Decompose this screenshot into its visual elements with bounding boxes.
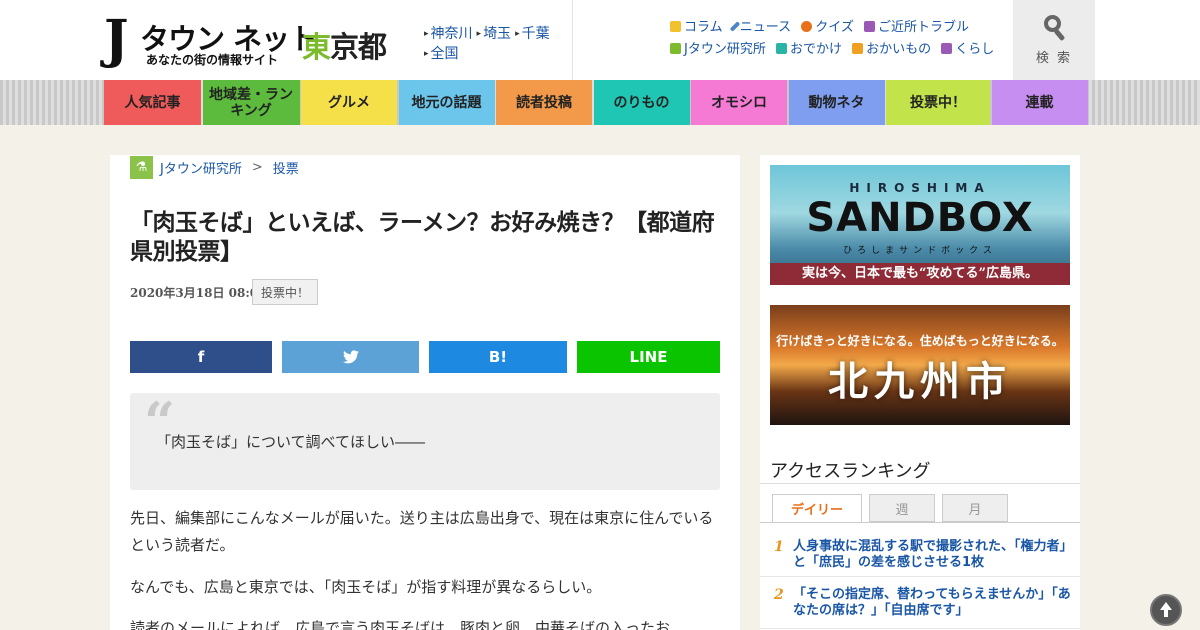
note-icon — [670, 21, 681, 32]
search-icon — [1042, 14, 1066, 42]
article-title: 「肉玉そば」といえば、ラーメン？お好み焼き？【都道府県別投票】 — [130, 210, 715, 265]
hiroshima-sandbox-banner[interactable]: HIROSHIMA SANDBOX ひろしまサンドボックス 実は今、日本で最も“… — [770, 165, 1070, 285]
nav-item-gourmet[interactable]: グルメ — [301, 80, 397, 125]
category-link-outing[interactable]: おでかけ — [775, 39, 842, 61]
banner-subtitle: 行けばきっと好きになる。住めばもっと好きになる。 — [776, 334, 1064, 348]
ranking-link[interactable]: 「そこの指定席、替わってもらえませんか」「あなたの席は？」「自由席です」 — [793, 587, 1073, 619]
ranking-item[interactable]: 1 人身事故に混乱する駅で撮影された、「権力者」と「庶民」の差を感じさせる1枚 — [760, 531, 1080, 577]
quiz-icon — [801, 21, 813, 32]
ranking-number: 1 — [774, 539, 784, 555]
nav-item-popular[interactable]: 人気記事 — [104, 80, 201, 125]
flask-icon: ⚗ — [130, 155, 153, 179]
quote-block: “ 「肉玉そば」について調べてほしい―― — [130, 393, 720, 490]
banner-title: 北九州市 — [828, 358, 1012, 405]
site-logo[interactable]: J タウン ネット あなたの街の情報サイト — [104, 9, 318, 70]
search-label: 検 索 — [1035, 51, 1073, 66]
breadcrumb-separator: > — [251, 159, 263, 175]
prefecture-name[interactable]: 東京都 — [302, 24, 387, 66]
ranking-number: 2 — [774, 587, 784, 603]
breadcrumb-vote[interactable]: 投票 — [273, 158, 299, 177]
logo-tagline: あなたの街の情報サイト — [146, 53, 279, 67]
share-line-button[interactable]: LINE — [577, 341, 720, 373]
sidebar: HIROSHIMA SANDBOX ひろしまサンドボックス 実は今、日本で最も“… — [760, 155, 1080, 630]
tab-daily[interactable]: デイリー — [772, 494, 862, 523]
category-link-quiz[interactable]: クイズ — [801, 17, 854, 39]
ranking-title: アクセスランキング — [770, 461, 931, 482]
article-paragraph: 先日、編集部にこんなメールが届いた。送り主は広島出身で、現在は東京に住んでいると… — [130, 509, 714, 554]
nav-item-funny[interactable]: オモシロ — [691, 80, 787, 125]
breadcrumb: ⚗ Jタウン研究所 > 投票 — [130, 155, 299, 179]
category-link-trouble[interactable]: ご近所トラブル — [864, 17, 969, 39]
search-button[interactable]: 検 索 — [1013, 0, 1095, 80]
quote-text: 「肉玉そば」について調べてほしい―― — [156, 433, 425, 451]
car-icon — [775, 43, 787, 54]
nav-item-ranking[interactable]: 地域差・ランキング — [202, 80, 300, 125]
ranking-link[interactable]: 人身事故に混乱する駅で撮影された、「権力者」と「庶民」の差を感じさせる1枚 — [793, 539, 1073, 571]
tab-monthly[interactable]: 月 — [942, 494, 1008, 522]
hatena-icon: B! — [488, 348, 508, 366]
region-link[interactable]: 全国 — [424, 44, 459, 64]
logo-j: J — [104, 9, 129, 70]
region-links: 神奈川埼玉千葉全国 — [424, 24, 564, 64]
divider — [760, 522, 1080, 523]
article-date: 2020年3月18日 08:00 — [130, 286, 267, 300]
line-icon: LINE — [629, 348, 668, 366]
scroll-to-top-icon[interactable] — [1150, 594, 1182, 626]
header-divider — [572, 0, 573, 80]
region-link[interactable]: 埼玉 — [477, 24, 511, 44]
banner-caption: 実は今、日本で最も“攻めてる”広島県。 — [770, 263, 1070, 285]
banner-title: SANDBOX — [806, 195, 1034, 241]
share-hatena-button[interactable]: B! — [429, 341, 567, 373]
category-link-column[interactable]: コラム — [670, 17, 723, 39]
article-paragraph: なんでも、広島と東京では、「肉玉そば」が指す料理が異なるらしい。 — [130, 578, 602, 596]
category-link-life[interactable]: くらし — [941, 39, 994, 61]
bag-icon — [852, 43, 864, 54]
banner-kana: ひろしまサンドボックス — [843, 246, 997, 256]
facebook-icon: f — [197, 348, 205, 366]
share-twitter-button[interactable] — [282, 341, 419, 373]
article: ⚗ Jタウン研究所 > 投票 「肉玉そば」といえば、ラーメン？お好み焼き？【都道… — [110, 155, 740, 630]
category-links: コラム ニュース クイズ ご近所トラブル Jタウン研究所 おでかけ おかいもの … — [670, 17, 1010, 61]
voting-badge[interactable]: 投票中！ — [252, 279, 318, 305]
nav-item-vehicles[interactable]: のりもの — [593, 80, 690, 125]
category-link-lab[interactable]: Jタウン研究所 — [670, 39, 766, 61]
divider — [760, 483, 1080, 484]
flask-icon — [670, 43, 681, 54]
nav-item-reader[interactable]: 読者投稿 — [496, 80, 592, 125]
category-link-news[interactable]: ニュース — [729, 17, 791, 39]
share-facebook-button[interactable]: f — [130, 341, 272, 373]
house-icon — [941, 43, 953, 54]
nav-item-voting[interactable]: 投票中！ — [886, 80, 990, 125]
nav-item-animals[interactable]: 動物ネタ — [788, 80, 885, 125]
breadcrumb-lab[interactable]: Jタウン研究所 — [160, 158, 242, 177]
ranking-item[interactable]: 2 「そこの指定席、替わってもらえませんか」「あなたの席は？」「自由席です」 — [760, 579, 1080, 629]
kitakyushu-banner[interactable]: 行けばきっと好きになる。住めばもっと好きになる。 北九州市 — [770, 305, 1070, 425]
article-paragraph: 読者のメールによれば、広島で言う肉玉そばは、豚肉と卵、中華そばの入ったお — [130, 619, 671, 630]
twitter-icon — [342, 350, 359, 364]
tab-weekly[interactable]: 週 — [869, 494, 935, 522]
site-header: J タウン ネット あなたの街の情報サイト 東京都 神奈川埼玉千葉全国 コラム … — [0, 0, 1200, 80]
ranking-tabs: デイリー 週 月 — [772, 494, 1080, 523]
nav-item-local[interactable]: 地元の話題 — [398, 80, 495, 125]
house-icon — [864, 21, 876, 32]
region-link[interactable]: 神奈川 — [424, 24, 473, 44]
main-nav: 人気記事 地域差・ランキング グルメ 地元の話題 読者投稿 のりもの オモシロ … — [104, 80, 1096, 125]
category-link-shopping[interactable]: おかいもの — [852, 39, 931, 61]
banner-subtitle: HIROSHIMA — [849, 181, 991, 195]
nav-item-series[interactable]: 連載 — [991, 80, 1088, 125]
pencil-icon — [729, 21, 741, 32]
region-link[interactable]: 千葉 — [515, 24, 550, 44]
